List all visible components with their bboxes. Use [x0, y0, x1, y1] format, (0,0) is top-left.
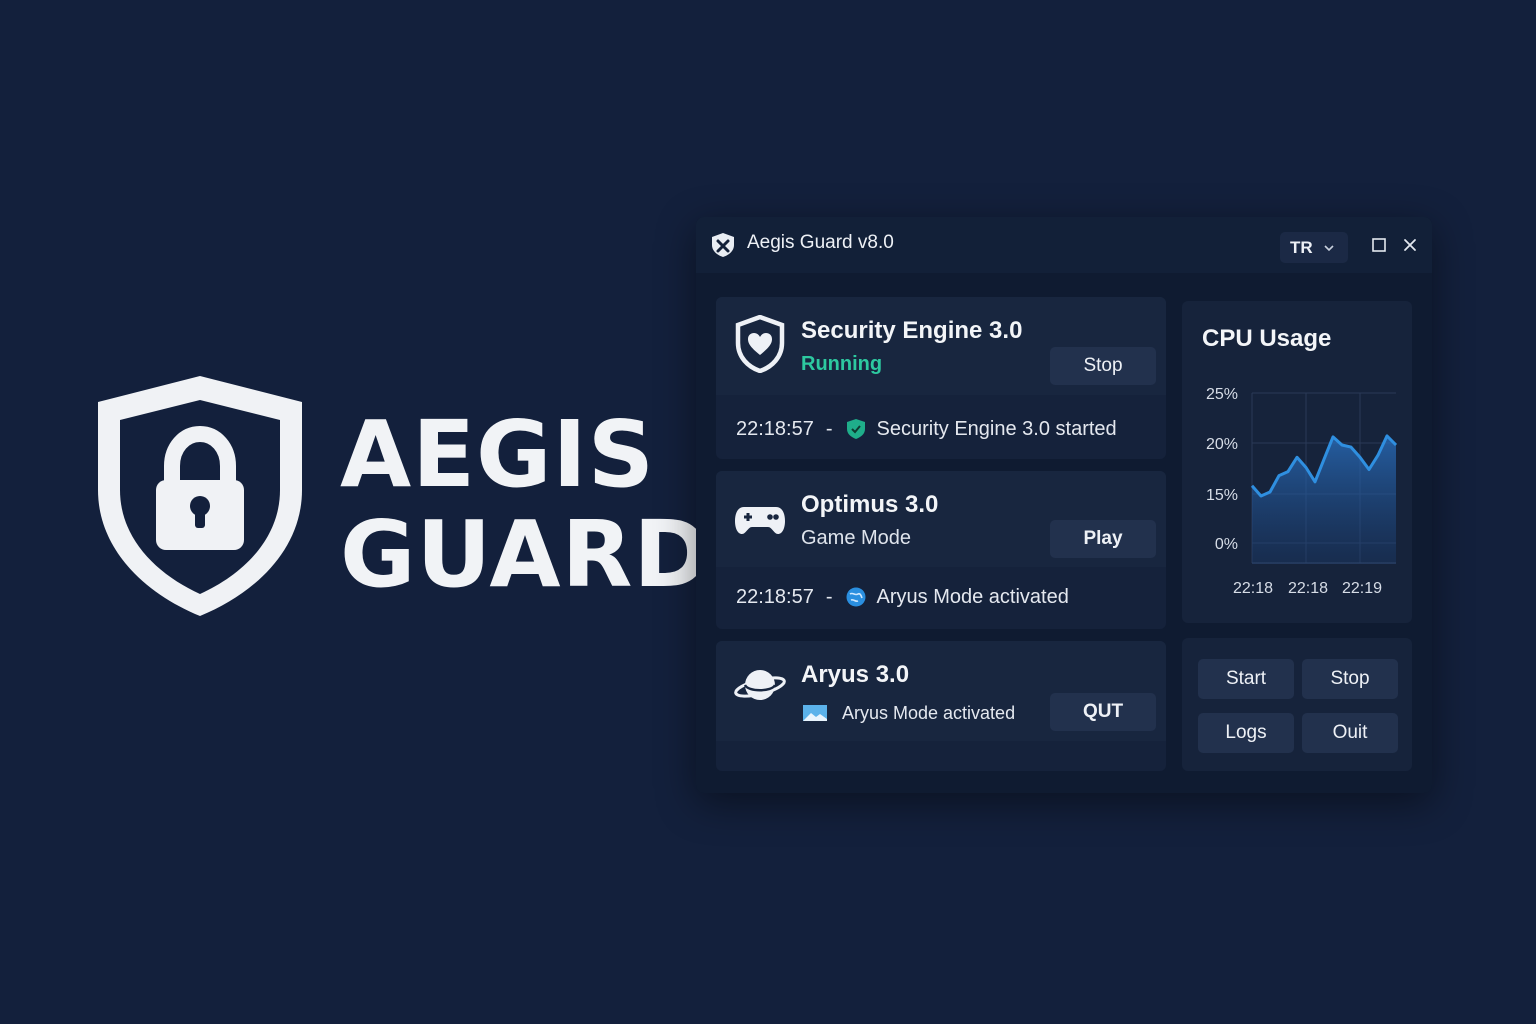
- x-tick-label: 22:19: [1342, 580, 1382, 597]
- x-tick-label: 22:18: [1233, 580, 1273, 597]
- shield-heart-icon: [735, 315, 785, 373]
- log-time: 22:18:57: [736, 585, 814, 608]
- security-engine-header: Security Engine 3.0 Running Stop: [716, 297, 1166, 395]
- green-shield-icon: [846, 419, 865, 439]
- shield-x-icon: [712, 233, 734, 257]
- blue-globe-icon: [846, 587, 866, 607]
- aryus-card: Aryus 3.0 Aryus Mode activated QUT: [716, 641, 1166, 771]
- window-title: Aegis Guard v8.0: [747, 232, 894, 253]
- log-separator: -: [825, 585, 833, 608]
- log-entry: 22:18:57 - Aryus Mode activated: [736, 583, 1069, 611]
- maximize-icon[interactable]: [1371, 237, 1387, 253]
- y-tick-label: 20%: [1206, 436, 1238, 453]
- y-tick-label: 0%: [1215, 536, 1238, 553]
- cpu-area-fill: [1252, 435, 1396, 564]
- optimus-play-button[interactable]: Play: [1050, 520, 1156, 558]
- x-tick-label: 22:18: [1288, 580, 1328, 597]
- module-sub-status: Aryus Mode activated: [802, 699, 1015, 727]
- title-bar[interactable]: Aegis Guard v8.0 TR: [696, 217, 1432, 273]
- gamepad-icon: [735, 507, 785, 534]
- start-button[interactable]: Start: [1198, 659, 1294, 699]
- aryus-quit-button[interactable]: QUT: [1050, 693, 1156, 731]
- log-entry: 22:18:57 - Security Engine 3.0 started: [736, 415, 1117, 443]
- logs-button[interactable]: Logs: [1198, 713, 1294, 753]
- brand-line-2: GUARD: [340, 501, 711, 608]
- y-tick-label: 25%: [1206, 386, 1238, 403]
- brand-title: AEGIS GUARD: [340, 405, 711, 605]
- security-engine-stop-button[interactable]: Stop: [1050, 347, 1156, 385]
- optimus-card: Optimus 3.0 Game Mode Play 22:18:57 - Ar…: [716, 471, 1166, 629]
- language-select[interactable]: TR: [1280, 232, 1348, 263]
- quit-button[interactable]: Ouit: [1302, 713, 1398, 753]
- cpu-usage-chart: 25% 20% 15% 0% 22:18 22:18 22:19: [1206, 386, 1398, 597]
- close-icon[interactable]: [1402, 237, 1418, 253]
- controls-panel: Start Stop Logs Ouit: [1182, 638, 1412, 771]
- image-icon: [803, 705, 827, 721]
- optimus-header: Optimus 3.0 Game Mode Play: [716, 471, 1166, 567]
- log-time: 22:18:57: [736, 417, 814, 440]
- module-status: Running: [801, 353, 883, 375]
- module-status: Game Mode: [801, 527, 912, 549]
- chevron-down-icon: [1324, 244, 1334, 251]
- sub-status-text: Aryus Mode activated: [842, 702, 1016, 723]
- cpu-usage-panel: CPU Usage 25% 20% 15% 0% 22:18 22:18 22:19: [1182, 301, 1412, 623]
- module-name: Security Engine 3.0: [801, 317, 1023, 344]
- app-window: Aegis Guard v8.0 TR Security Engine 3.0 …: [696, 217, 1432, 793]
- stop-button[interactable]: Stop: [1302, 659, 1398, 699]
- module-name: Optimus 3.0: [801, 491, 939, 518]
- log-separator: -: [825, 417, 833, 440]
- aryus-header: Aryus 3.0 Aryus Mode activated QUT: [716, 641, 1166, 741]
- y-tick-label: 15%: [1206, 487, 1238, 504]
- brand-line-1: AEGIS: [340, 401, 656, 508]
- language-value: TR: [1290, 237, 1313, 257]
- log-message: Aryus Mode activated: [876, 585, 1069, 608]
- log-message: Security Engine 3.0 started: [876, 417, 1117, 440]
- security-engine-card: Security Engine 3.0 Running Stop 22:18:5…: [716, 297, 1166, 459]
- module-name: Aryus 3.0: [801, 661, 910, 688]
- brand-shield-lock-icon: [98, 376, 302, 616]
- planet-icon: [734, 670, 786, 700]
